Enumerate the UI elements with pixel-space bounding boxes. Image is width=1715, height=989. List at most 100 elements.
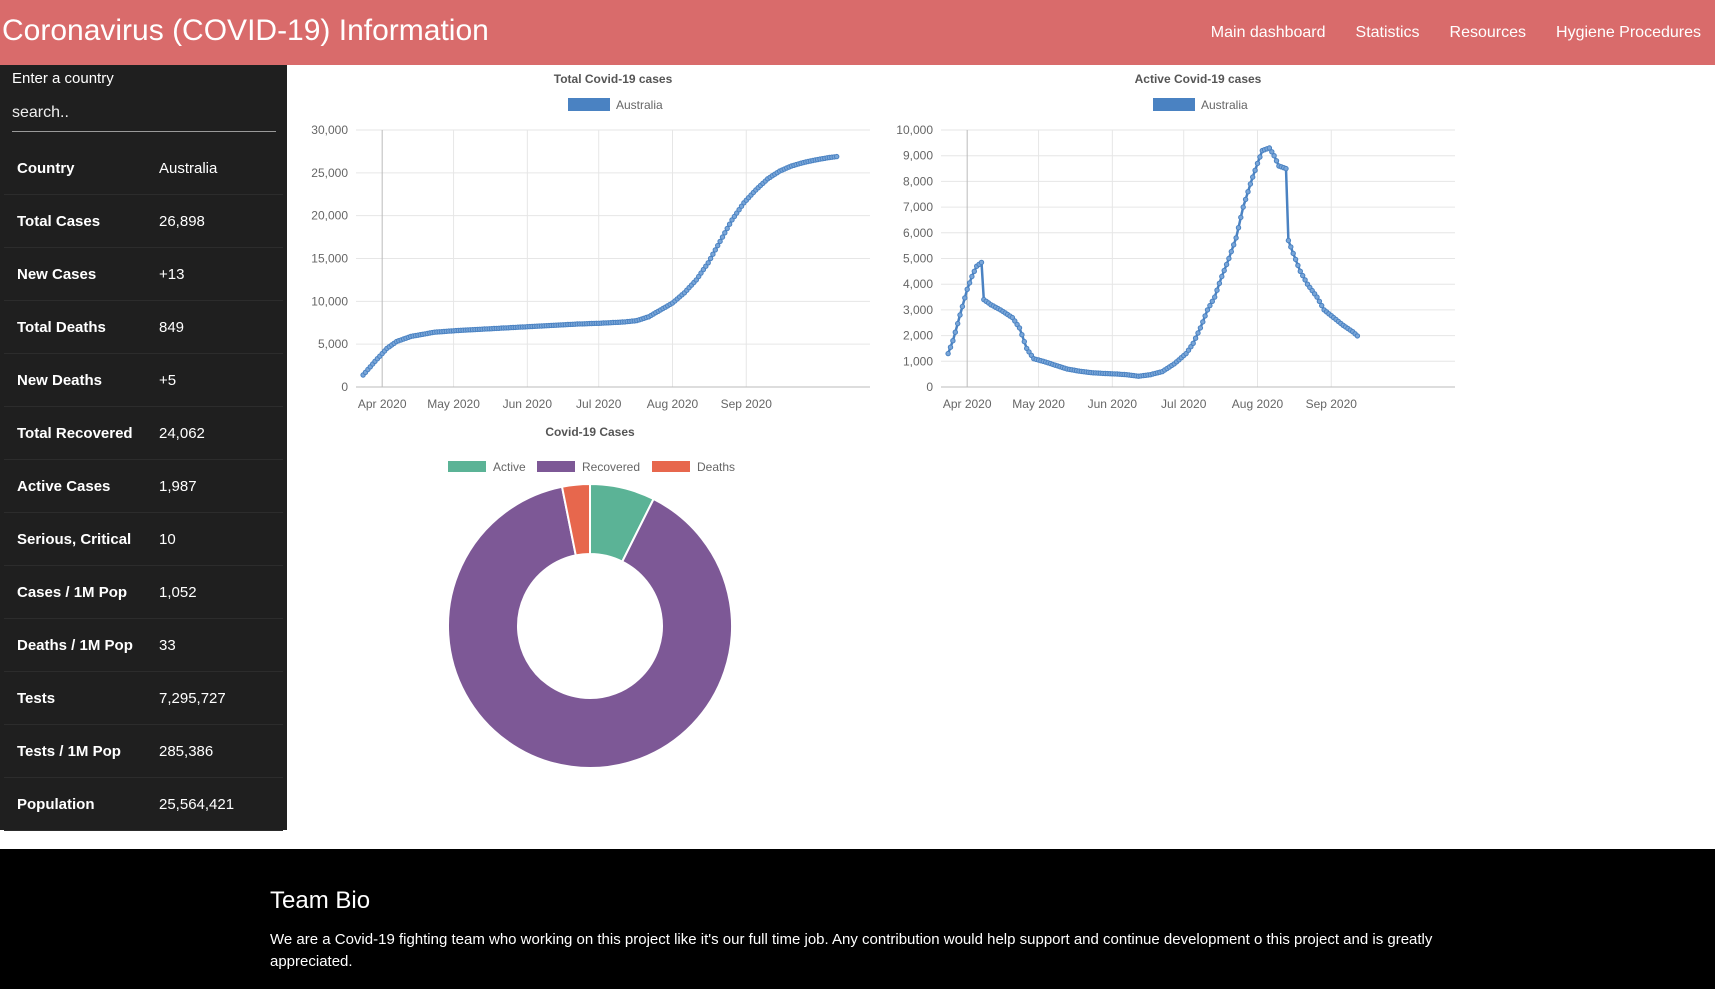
data-point [1214,287,1220,293]
team-bio-text: We are a Covid-19 fighting team who work… [270,931,1433,970]
total-cases-chart[interactable]: Total Covid-19 cases Australia 0 5,000 10,00… [300,67,880,417]
nav-statistics[interactable]: Statistics [1356,24,1420,42]
stat-row: Tests / 1M Pop 285,386 [4,725,283,778]
data-point [1254,160,1261,167]
country-search-input[interactable] [12,95,276,132]
data-point [1219,273,1225,280]
stat-row: Country Australia [4,142,283,195]
legend-swatch-active [448,461,486,472]
y-tick-label: 15,000 [311,252,348,266]
data-point [710,251,716,257]
legend-label-recovered: Recovered [582,460,640,474]
y-tick-label: 4,000 [903,277,933,291]
data-point [1247,181,1254,187]
stat-label: Total Recovered [17,424,133,442]
data-point [1314,294,1320,300]
y-tick-label: 5,000 [318,337,348,351]
y-tick-label: 0 [341,380,348,394]
data-point [1204,307,1211,313]
y-tick-label: 25,000 [311,166,348,180]
data-point [1300,272,1306,279]
data-point [959,303,966,310]
stat-label: Tests / 1M Pop [17,742,121,760]
x-tick-label: Apr 2020 [358,397,407,411]
data-point [1200,319,1206,325]
y-tick-label: 7,000 [903,200,933,214]
y-tick-label: 10,000 [311,294,348,308]
stat-label: Population [17,795,95,813]
data-point [1238,214,1244,221]
active-cases-chart[interactable]: Active Covid-19 cases Australia 0 1,000 2,00… [885,67,1465,417]
data-point [952,329,959,335]
data-point [1021,338,1028,345]
data-point [719,234,726,240]
data-point [834,153,840,160]
data-point [964,286,970,293]
stat-row: New Cases +13 [4,248,283,301]
data-point [1221,267,1227,274]
data-point [947,344,954,350]
nav-main-dashboard[interactable]: Main dashboard [1211,24,1326,42]
series-line-australia [362,155,837,376]
y-tick-label: 9,000 [903,149,933,163]
y-tick-label: 6,000 [903,226,933,240]
stat-row: New Deaths +5 [4,354,283,407]
x-tick-label: Jul 2020 [576,397,622,411]
chart-title: Covid-19 Cases [545,425,635,439]
data-point [1252,167,1258,174]
stat-row: Total Deaths 849 [4,301,283,354]
cases-donut-chart[interactable]: Covid-19 Cases Active Recovered Deaths [430,418,750,778]
series-line-australia [946,146,1359,378]
x-tick-label: Jun 2020 [1088,397,1138,411]
stats-table: Country Australia Total Cases 26,898 New C… [4,142,283,831]
x-tick-label: Sep 2020 [721,397,773,411]
stat-value: 285,386 [159,742,214,760]
data-point [707,255,714,262]
data-point [978,259,985,266]
y-tick-label: 8,000 [903,174,933,188]
stat-label: Cases / 1M Pop [17,583,128,601]
stat-row: Cases / 1M Pop 1,052 [4,566,283,619]
y-tick-label: 5,000 [903,252,933,266]
data-point [1271,153,1277,159]
chart-title: Active Covid-19 cases [1135,72,1262,86]
data-point [1250,174,1256,180]
data-point [1016,325,1023,331]
stat-label: Serious, Critical [17,530,132,548]
navbar: Coronavirus (COVID-19) Information Main … [0,0,1715,65]
footer: Team Bio We are a Covid-19 fighting team… [0,849,1715,989]
data-point [1292,256,1299,263]
data-point [1212,294,1218,300]
nav-hygiene-procedures[interactable]: Hygiene Procedures [1556,24,1701,42]
sidebar: Enter a country Country Australia Total C… [0,65,287,831]
data-point [1231,242,1237,248]
data-point [1202,313,1208,319]
stat-value: 849 [159,318,185,336]
data-point [722,230,728,236]
data-point [724,225,730,232]
stat-value: Australia [159,159,218,177]
x-tick-label: May 2020 [427,397,480,411]
team-bio-title: Team Bio [270,887,371,914]
y-tick-label: 1,000 [903,354,933,368]
y-tick-label: 3,000 [903,303,933,317]
data-point [1195,330,1201,336]
x-tick-label: Apr 2020 [943,397,992,411]
data-point [1190,340,1196,346]
data-point [1223,261,1230,268]
nav-resources[interactable]: Resources [1450,24,1526,42]
data-point [950,338,956,344]
stat-value: 7,295,727 [159,689,226,707]
data-point [715,242,721,249]
site-title[interactable]: Coronavirus (COVID-19) Information [2,14,489,48]
stat-value: +5 [159,371,177,389]
data-point [1273,158,1280,164]
chart-title: Total Covid-19 cases [554,72,673,86]
data-point [957,312,963,318]
data-point [945,350,951,357]
data-point [726,221,733,227]
stat-value: +13 [159,265,185,283]
data-point [1285,237,1292,244]
legend-swatch [1153,98,1195,111]
data-point [1297,268,1303,275]
